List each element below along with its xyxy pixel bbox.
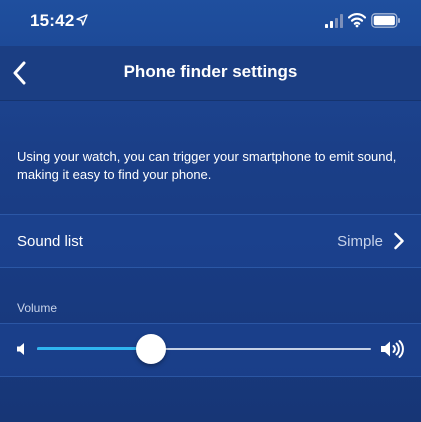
sound-list-row[interactable]: Sound list Simple [0,214,421,268]
volume-slider-thumb[interactable] [135,334,166,364]
wifi-icon [348,13,366,28]
phone-finder-settings-screen: 15:42 Phone finder settings Using your w… [0,0,421,422]
volume-slider[interactable] [37,334,371,364]
description-text: Using your watch, you can trigger your s… [17,149,397,182]
location-arrow-icon [76,14,88,26]
volume-section-label: Volume [17,301,58,315]
sound-list-value: Simple [337,233,383,250]
cellular-signal-icon [325,14,343,28]
page-title: Phone finder settings [123,62,298,81]
volume-slider-fill [37,347,151,350]
status-time: 15:42 [30,11,75,30]
chevron-right-icon [394,232,404,250]
sound-list-label: Sound list [17,233,83,250]
battery-icon [371,13,400,28]
volume-low-icon [17,343,24,355]
volume-high-icon [381,340,404,358]
